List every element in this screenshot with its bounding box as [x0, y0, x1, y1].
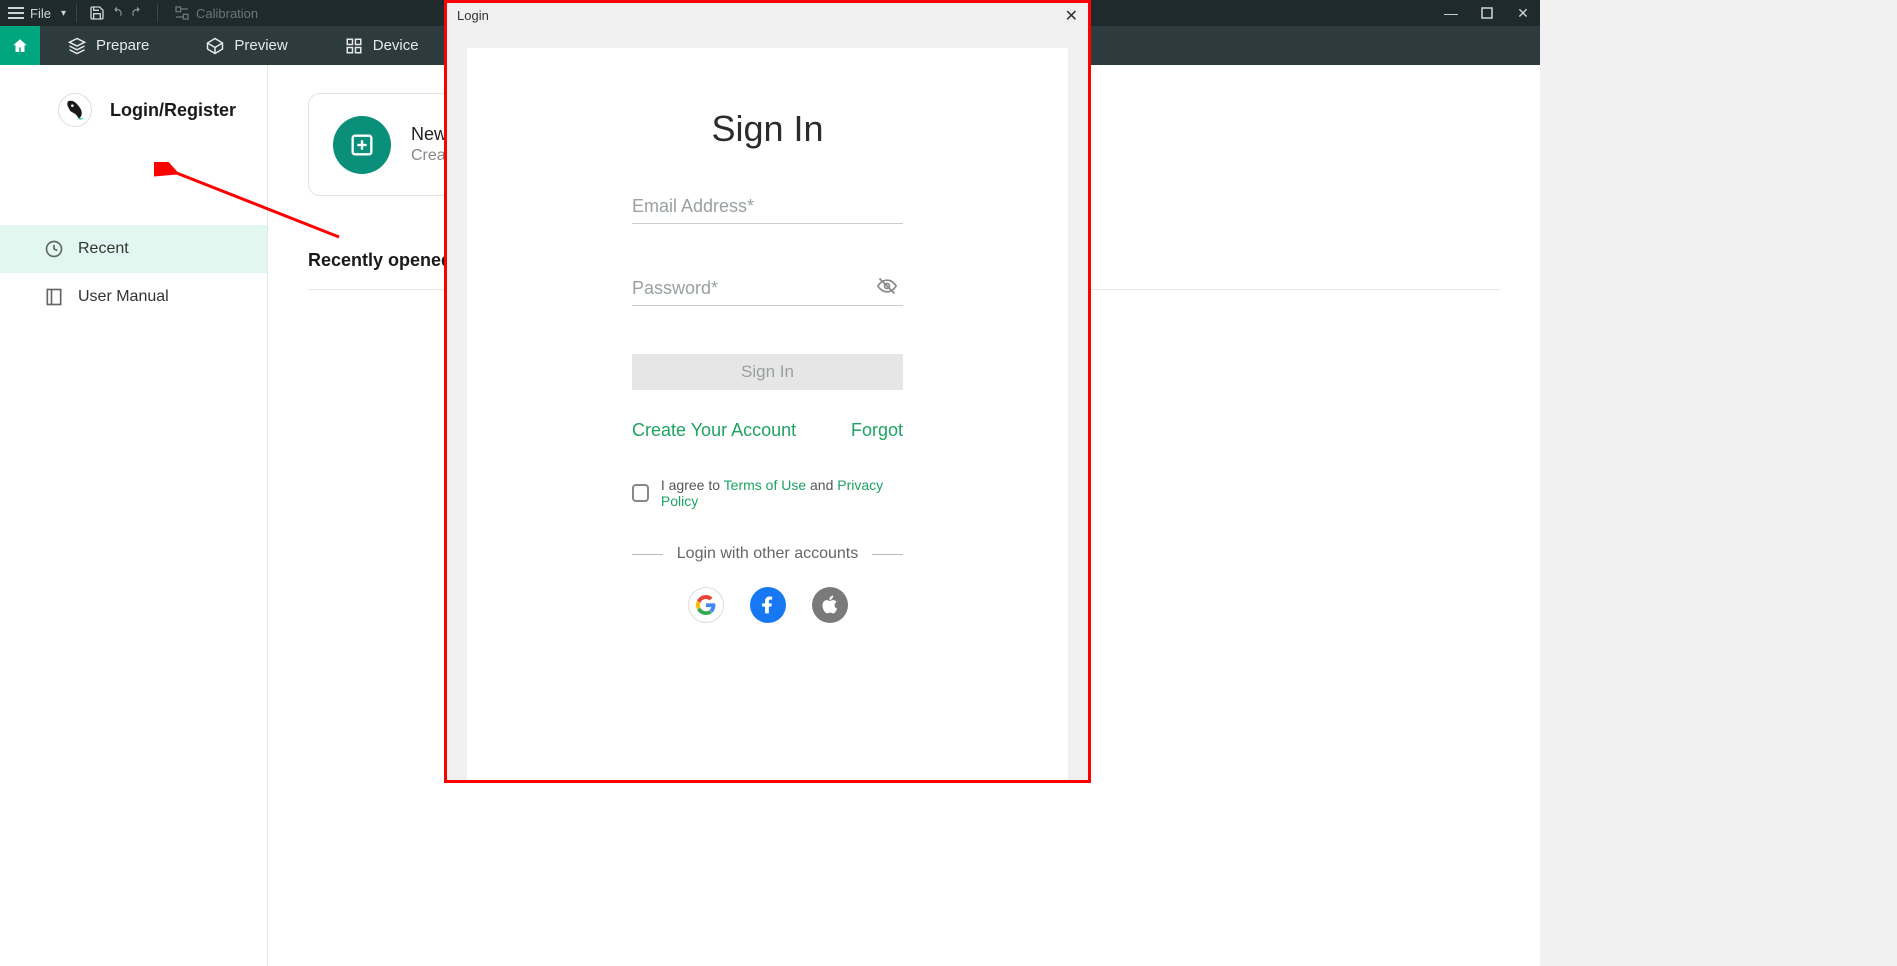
login-register-label: Login/Register: [110, 100, 236, 121]
email-field-wrapper: [632, 190, 903, 224]
sidebar-item-manual[interactable]: User Manual: [0, 273, 267, 321]
home-tab[interactable]: [0, 26, 40, 65]
device-label: Device: [373, 37, 419, 54]
preview-label: Preview: [234, 37, 287, 54]
forgot-link[interactable]: Forgot: [851, 420, 903, 441]
agree-row: I agree to Terms of Use and Privacy Poli…: [632, 477, 903, 509]
password-input[interactable]: [632, 272, 903, 306]
redo-icon[interactable]: [127, 3, 147, 23]
modal-titlebar: Login ✕: [447, 3, 1088, 28]
recent-label: Recent: [78, 240, 129, 258]
signin-button[interactable]: Sign In: [632, 354, 903, 390]
apple-login-icon[interactable]: [812, 587, 848, 623]
agree-text: I agree to Terms of Use and Privacy Poli…: [661, 477, 903, 509]
sidebar-item-recent[interactable]: Recent: [0, 225, 267, 273]
sidebar: Login/Register Recent User Manual: [0, 65, 268, 966]
app-logo-icon: [58, 93, 92, 127]
password-field-wrapper: [632, 272, 903, 306]
modal-title: Login: [457, 8, 489, 23]
facebook-login-icon[interactable]: [750, 587, 786, 623]
file-menu[interactable]: File: [30, 6, 51, 21]
agree-checkbox[interactable]: [632, 484, 649, 502]
email-input[interactable]: [632, 190, 903, 224]
minimize-icon[interactable]: —: [1442, 4, 1460, 22]
chevron-down-icon[interactable]: ▾: [61, 8, 66, 19]
modal-body: Sign In Sign In Create Your Account Forg…: [467, 48, 1068, 780]
window-background: [1540, 0, 1897, 966]
manual-label: User Manual: [78, 288, 169, 306]
menu-icon[interactable]: [8, 7, 24, 19]
separator: [157, 4, 158, 22]
prepare-tab[interactable]: Prepare: [40, 26, 178, 65]
separator: [76, 4, 77, 22]
terms-link[interactable]: Terms of Use: [724, 477, 806, 493]
login-modal: Login ✕ Sign In Sign In Create Your Acco…: [444, 0, 1091, 783]
signin-heading: Sign In: [632, 108, 903, 150]
create-account-link[interactable]: Create Your Account: [632, 420, 796, 441]
new-project-icon: [333, 116, 391, 174]
calibration-label: Calibration: [196, 6, 258, 21]
prepare-label: Prepare: [96, 37, 149, 54]
login-register-row[interactable]: Login/Register: [0, 65, 267, 155]
device-tab[interactable]: Device: [317, 26, 448, 65]
social-row: [632, 587, 903, 623]
undo-icon[interactable]: [107, 3, 127, 23]
close-icon[interactable]: ✕: [1065, 6, 1078, 26]
save-icon[interactable]: [87, 3, 107, 23]
google-login-icon[interactable]: [688, 587, 724, 623]
maximize-icon[interactable]: [1478, 4, 1496, 22]
other-accounts-label: Login with other accounts: [677, 545, 858, 563]
social-divider: Login with other accounts: [632, 545, 903, 563]
eye-off-icon[interactable]: [877, 276, 897, 301]
close-icon[interactable]: ✕: [1514, 4, 1532, 22]
calibration-button[interactable]: Calibration: [174, 5, 258, 21]
preview-tab[interactable]: Preview: [178, 26, 316, 65]
